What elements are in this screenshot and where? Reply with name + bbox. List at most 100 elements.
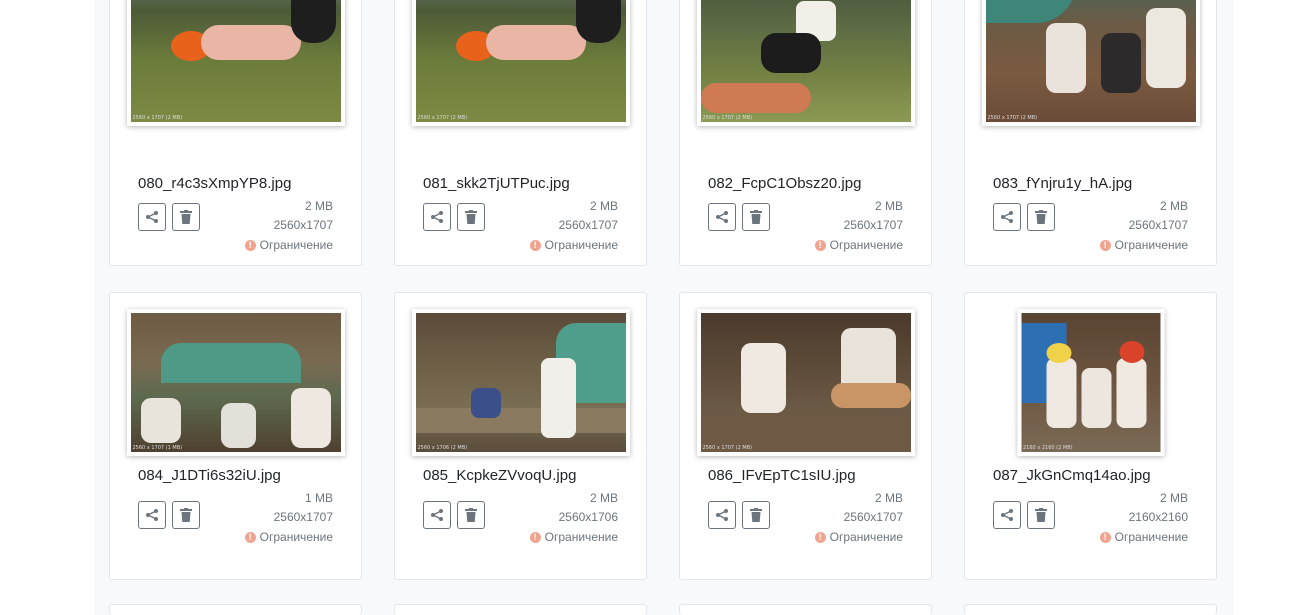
photo-watermark: 2560 x 1707 (2 MB): [417, 115, 468, 121]
file-card: [679, 604, 932, 615]
share-icon: [716, 211, 728, 223]
file-size: 2 MB: [589, 491, 618, 505]
file-name: 083_fYnjru1y_hA.jpg: [993, 175, 1133, 192]
restriction-text: Ограничение: [544, 530, 618, 544]
trash-icon: [180, 508, 192, 522]
file-dimensions: 2560x1707: [273, 510, 333, 524]
file-name: 081_skk2TjUTPuc.jpg: [423, 175, 570, 192]
file-card: 2560 x 1707 (2 MB) 083_fYnjru1y_hA.jpg 2…: [964, 0, 1217, 266]
photo-watermark: 2560 x 1707 (2 MB): [702, 445, 753, 451]
share-button[interactable]: [423, 203, 451, 231]
restriction-label: ! Ограничение: [244, 238, 333, 252]
trash-icon: [750, 210, 762, 224]
file-dimensions: 2560x1707: [558, 218, 618, 232]
share-icon: [1001, 509, 1013, 521]
exclamation-circle-icon: !: [1099, 239, 1111, 251]
restriction-text: Ограничение: [829, 530, 903, 544]
share-button[interactable]: [138, 203, 166, 231]
photo-watermark: 2560 x 1707 (2 MB): [132, 115, 183, 121]
delete-button[interactable]: [742, 203, 770, 231]
delete-button[interactable]: [742, 501, 770, 529]
delete-button[interactable]: [172, 203, 200, 231]
trash-icon: [465, 508, 477, 522]
exclamation-circle-icon: !: [529, 531, 541, 543]
photo-thumbnail[interactable]: 2560 x 1707 (2 MB): [696, 309, 915, 456]
file-dimensions: 2160x2160: [1128, 510, 1188, 524]
file-card: 2560 x 1707 (1 MB) 084_J1DTi6s32iU.jpg 1…: [109, 292, 362, 580]
file-size: 2 MB: [1159, 491, 1188, 505]
share-icon: [146, 509, 158, 521]
delete-button[interactable]: [457, 203, 485, 231]
restriction-label: ! Ограничение: [244, 530, 333, 544]
file-card: 2560 x 1706 (2 MB) 085_KcpkeZVvoqU.jpg 2…: [394, 292, 647, 580]
gallery-container: 2560 x 1707 (2 MB) 080_r4c3sXmpYP8.jpg 2…: [94, 0, 1234, 615]
delete-button[interactable]: [172, 501, 200, 529]
file-name: 087_JkGnCmq14ao.jpg: [993, 467, 1151, 484]
delete-button[interactable]: [1027, 203, 1055, 231]
photo-thumbnail[interactable]: 2560 x 1707 (1 MB): [126, 309, 345, 456]
share-button[interactable]: [708, 501, 736, 529]
delete-button[interactable]: [1027, 501, 1055, 529]
photo-thumbnail[interactable]: 2560 x 1707 (2 MB): [981, 0, 1200, 126]
file-card: 2560 x 1707 (2 MB) 082_FcpC1Obsz20.jpg 2…: [679, 0, 932, 266]
file-name: 085_KcpkeZVvoqU.jpg: [423, 467, 577, 484]
restriction-text: Ограничение: [259, 238, 333, 252]
share-button[interactable]: [423, 501, 451, 529]
photo-watermark: 2560 x 1707 (2 MB): [702, 115, 753, 121]
file-card: 2560 x 1707 (2 MB) 086_IFvEpTC1sIU.jpg 2…: [679, 292, 932, 580]
restriction-text: Ограничение: [259, 530, 333, 544]
photo-thumbnail[interactable]: 2560 x 1707 (2 MB): [126, 0, 345, 126]
restriction-label: ! Ограничение: [814, 238, 903, 252]
trash-icon: [180, 210, 192, 224]
share-button[interactable]: [708, 203, 736, 231]
photo-thumbnail[interactable]: 2560 x 1707 (2 MB): [696, 0, 915, 126]
file-name: 086_IFvEpTC1sIU.jpg: [708, 467, 856, 484]
file-size: 2 MB: [1159, 199, 1188, 213]
file-dimensions: 2560x1707: [1128, 218, 1188, 232]
exclamation-circle-icon: !: [1099, 531, 1111, 543]
file-card: 2560 x 1707 (2 MB) 080_r4c3sXmpYP8.jpg 2…: [109, 0, 362, 266]
photo-watermark: 2160 x 2160 (2 MB): [1023, 445, 1073, 451]
restriction-label: ! Ограничение: [1099, 530, 1188, 544]
trash-icon: [1035, 508, 1047, 522]
file-dimensions: 2560x1707: [273, 218, 333, 232]
share-icon: [716, 509, 728, 521]
exclamation-circle-icon: !: [244, 239, 256, 251]
restriction-label: ! Ограничение: [814, 530, 903, 544]
exclamation-circle-icon: !: [814, 239, 826, 251]
restriction-label: ! Ограничение: [1099, 238, 1188, 252]
file-card: 2560 x 1707 (2 MB) 081_skk2TjUTPuc.jpg 2…: [394, 0, 647, 266]
file-card: 2160 x 2160 (2 MB) 087_JkGnCmq14ao.jpg 2…: [964, 292, 1217, 580]
share-button[interactable]: [993, 501, 1021, 529]
exclamation-circle-icon: !: [529, 239, 541, 251]
photo-thumbnail[interactable]: 2160 x 2160 (2 MB): [1017, 309, 1164, 456]
file-card: [964, 604, 1217, 615]
exclamation-circle-icon: !: [814, 531, 826, 543]
share-icon: [431, 211, 443, 223]
restriction-label: ! Ограничение: [529, 530, 618, 544]
file-dimensions: 2560x1707: [843, 510, 903, 524]
trash-icon: [750, 508, 762, 522]
file-size: 2 MB: [874, 199, 903, 213]
file-size: 2 MB: [304, 199, 333, 213]
share-button[interactable]: [138, 501, 166, 529]
file-name: 084_J1DTi6s32iU.jpg: [138, 467, 281, 484]
photo-thumbnail[interactable]: 2560 x 1706 (2 MB): [411, 309, 630, 456]
restriction-label: ! Ограничение: [529, 238, 618, 252]
file-name: 080_r4c3sXmpYP8.jpg: [138, 175, 292, 192]
share-icon: [146, 211, 158, 223]
file-dimensions: 2560x1707: [843, 218, 903, 232]
trash-icon: [465, 210, 477, 224]
file-size: 2 MB: [589, 199, 618, 213]
photo-thumbnail[interactable]: 2560 x 1707 (2 MB): [411, 0, 630, 126]
file-name: 082_FcpC1Obsz20.jpg: [708, 175, 862, 192]
photo-watermark: 2560 x 1707 (2 MB): [987, 115, 1038, 121]
trash-icon: [1035, 210, 1047, 224]
file-dimensions: 2560x1706: [558, 510, 618, 524]
file-size: 2 MB: [874, 491, 903, 505]
file-card: [394, 604, 647, 615]
delete-button[interactable]: [457, 501, 485, 529]
share-button[interactable]: [993, 203, 1021, 231]
restriction-text: Ограничение: [1114, 530, 1188, 544]
restriction-text: Ограничение: [1114, 238, 1188, 252]
